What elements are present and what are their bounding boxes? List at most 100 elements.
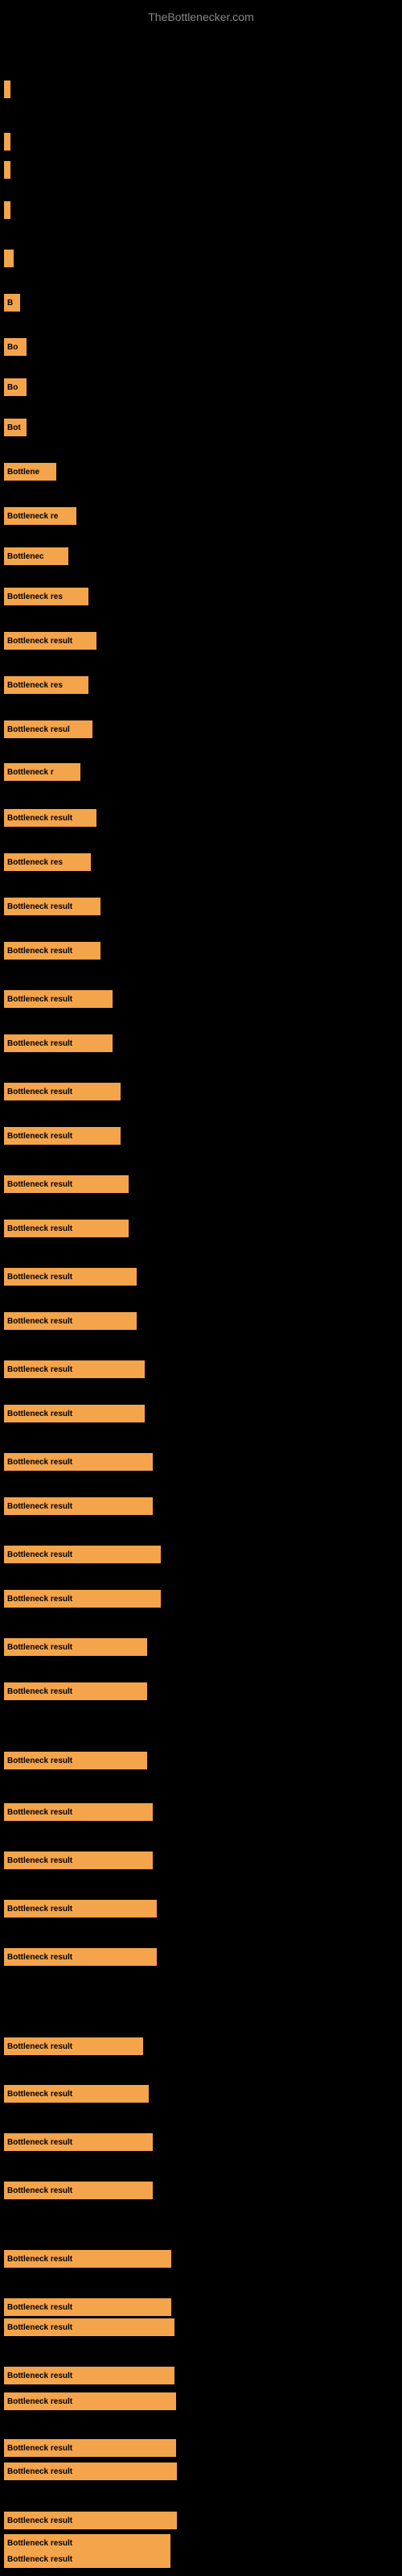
- bar-row: B: [4, 294, 20, 312]
- bar: Bottleneck re: [4, 507, 76, 525]
- bar-row: Bo: [4, 338, 27, 356]
- bar: Bottlenec: [4, 547, 68, 565]
- bar-row: Bottleneck result: [4, 1682, 147, 1700]
- bar-row: Bottleneck result: [4, 2298, 171, 2316]
- bar-row: [4, 133, 10, 151]
- bar-label: Bottlenec: [7, 552, 44, 561]
- bar-row: Bottleneck result: [4, 1453, 153, 1471]
- bar: Bottleneck result: [4, 1546, 161, 1563]
- bar: Bottleneck result: [4, 898, 100, 915]
- bar: Bottleneck result: [4, 1852, 153, 1869]
- bar-row: Bottleneck result: [4, 2318, 174, 2336]
- bar-row: Bottleneck result: [4, 1948, 157, 1966]
- bar-label: Bottleneck result: [7, 2042, 72, 2051]
- bar-label: Bottleneck result: [7, 1550, 72, 1559]
- bar: Bottleneck result: [4, 2318, 174, 2336]
- bar-row: Bottleneck res: [4, 588, 88, 605]
- bar: Bottleneck result: [4, 1803, 153, 1821]
- bar-row: Bottleneck result: [4, 1852, 153, 1869]
- bar-label: Bottleneck result: [7, 902, 72, 911]
- bar: Bottleneck result: [4, 632, 96, 650]
- bar-row: Bottleneck result: [4, 898, 100, 915]
- bar-label: Bottleneck result: [7, 2539, 72, 2548]
- bar: Bottleneck result: [4, 1497, 153, 1515]
- bar-row: [4, 250, 14, 267]
- bar: [4, 133, 10, 151]
- bar-label: B: [7, 299, 13, 308]
- bar: Bottleneck result: [4, 1948, 157, 1966]
- bar: Bottleneck result: [4, 1268, 137, 1286]
- bar-label: Bottleneck result: [7, 2467, 72, 2476]
- bar-row: Bottleneck result: [4, 1638, 147, 1656]
- bar-row: Bottleneck result: [4, 2085, 149, 2103]
- bar-label: Bottleneck result: [7, 2516, 72, 2525]
- bar: Bottleneck result: [4, 1083, 121, 1100]
- bar: Bottleneck result: [4, 1220, 129, 1237]
- bar-row: Bottleneck result: [4, 1900, 157, 1918]
- bar-label: Bottleneck res: [7, 858, 63, 867]
- bar-label: Bottleneck result: [7, 1088, 72, 1096]
- bar-row: Bottleneck result: [4, 1175, 129, 1193]
- bar: Bottleneck result: [4, 2550, 170, 2568]
- bar-row: [4, 80, 10, 98]
- bar-label: Bottleneck result: [7, 1365, 72, 1374]
- bar-row: Bottleneck result: [4, 1127, 121, 1145]
- bar-label: Bottleneck result: [7, 1224, 72, 1233]
- bar-label: Bottleneck result: [7, 1643, 72, 1652]
- bar-row: Bottleneck result: [4, 2367, 174, 2384]
- bar-label: Bottleneck result: [7, 2138, 72, 2147]
- bar: Bottleneck result: [4, 2462, 177, 2480]
- bar-row: Bottleneck result: [4, 2439, 176, 2457]
- bar-label: Bottleneck result: [7, 2255, 72, 2264]
- bar-label: Bottleneck result: [7, 1180, 72, 1189]
- bar-row: Bottleneck result: [4, 1312, 137, 1330]
- bar-row: Bottleneck result: [4, 1752, 147, 1769]
- bar-row: Bottleneck result: [4, 1268, 137, 1286]
- bar-label: Bottleneck resul: [7, 725, 70, 734]
- bar-row: Bottleneck result: [4, 1083, 121, 1100]
- bar-row: Bottleneck result: [4, 990, 113, 1008]
- bar-label: Bot: [7, 423, 21, 432]
- bar: Bottleneck res: [4, 588, 88, 605]
- bar-row: Bottleneck result: [4, 2512, 177, 2529]
- bar: Bot: [4, 419, 27, 436]
- bar-row: Bottleneck resul: [4, 720, 92, 738]
- bar-label: Bottlene: [7, 468, 39, 477]
- bar-row: Bottleneck res: [4, 853, 91, 871]
- bar: B: [4, 294, 20, 312]
- bar-row: Bottleneck result: [4, 1497, 153, 1515]
- bar: Bottleneck result: [4, 2367, 174, 2384]
- bar: Bottleneck result: [4, 942, 100, 960]
- bar-label: Bottleneck result: [7, 1458, 72, 1467]
- bar-label: Bottleneck result: [7, 1905, 72, 1913]
- bar-label: Bottleneck re: [7, 512, 58, 521]
- bar-row: Bottleneck result: [4, 2250, 171, 2268]
- bar-row: Bottleneck result: [4, 2550, 170, 2568]
- bar-row: Bottlenec: [4, 547, 68, 565]
- bar-label: Bo: [7, 383, 18, 392]
- bar: Bottleneck res: [4, 853, 91, 871]
- bar-row: Bottleneck result: [4, 2392, 176, 2410]
- bar-label: Bottleneck result: [7, 1039, 72, 1048]
- bar: Bottleneck result: [4, 809, 96, 827]
- bar-label: Bottleneck result: [7, 2555, 72, 2564]
- bar-row: Bottleneck result: [4, 1220, 129, 1237]
- bar: Bottleneck result: [4, 1590, 161, 1608]
- bar-label: Bottleneck result: [7, 637, 72, 646]
- bar-row: Bottleneck result: [4, 2462, 177, 2480]
- bar: Bottlene: [4, 463, 56, 481]
- bar: Bottleneck result: [4, 2439, 176, 2457]
- bar-row: Bottlene: [4, 463, 56, 481]
- bar-label: Bottleneck result: [7, 1410, 72, 1418]
- bar: Bottleneck result: [4, 1360, 145, 1378]
- bar-label: Bottleneck result: [7, 2444, 72, 2453]
- bar: Bottleneck r: [4, 763, 80, 781]
- bar-row: [4, 201, 10, 219]
- bar-row: Bottleneck res: [4, 676, 88, 694]
- bar-label: Bottleneck result: [7, 2323, 72, 2332]
- bar: Bottleneck result: [4, 990, 113, 1008]
- bar-label: Bottleneck result: [7, 947, 72, 956]
- bar: Bottleneck result: [4, 2250, 171, 2268]
- bar-row: Bottleneck result: [4, 1803, 153, 1821]
- bar-label: Bottleneck result: [7, 1132, 72, 1141]
